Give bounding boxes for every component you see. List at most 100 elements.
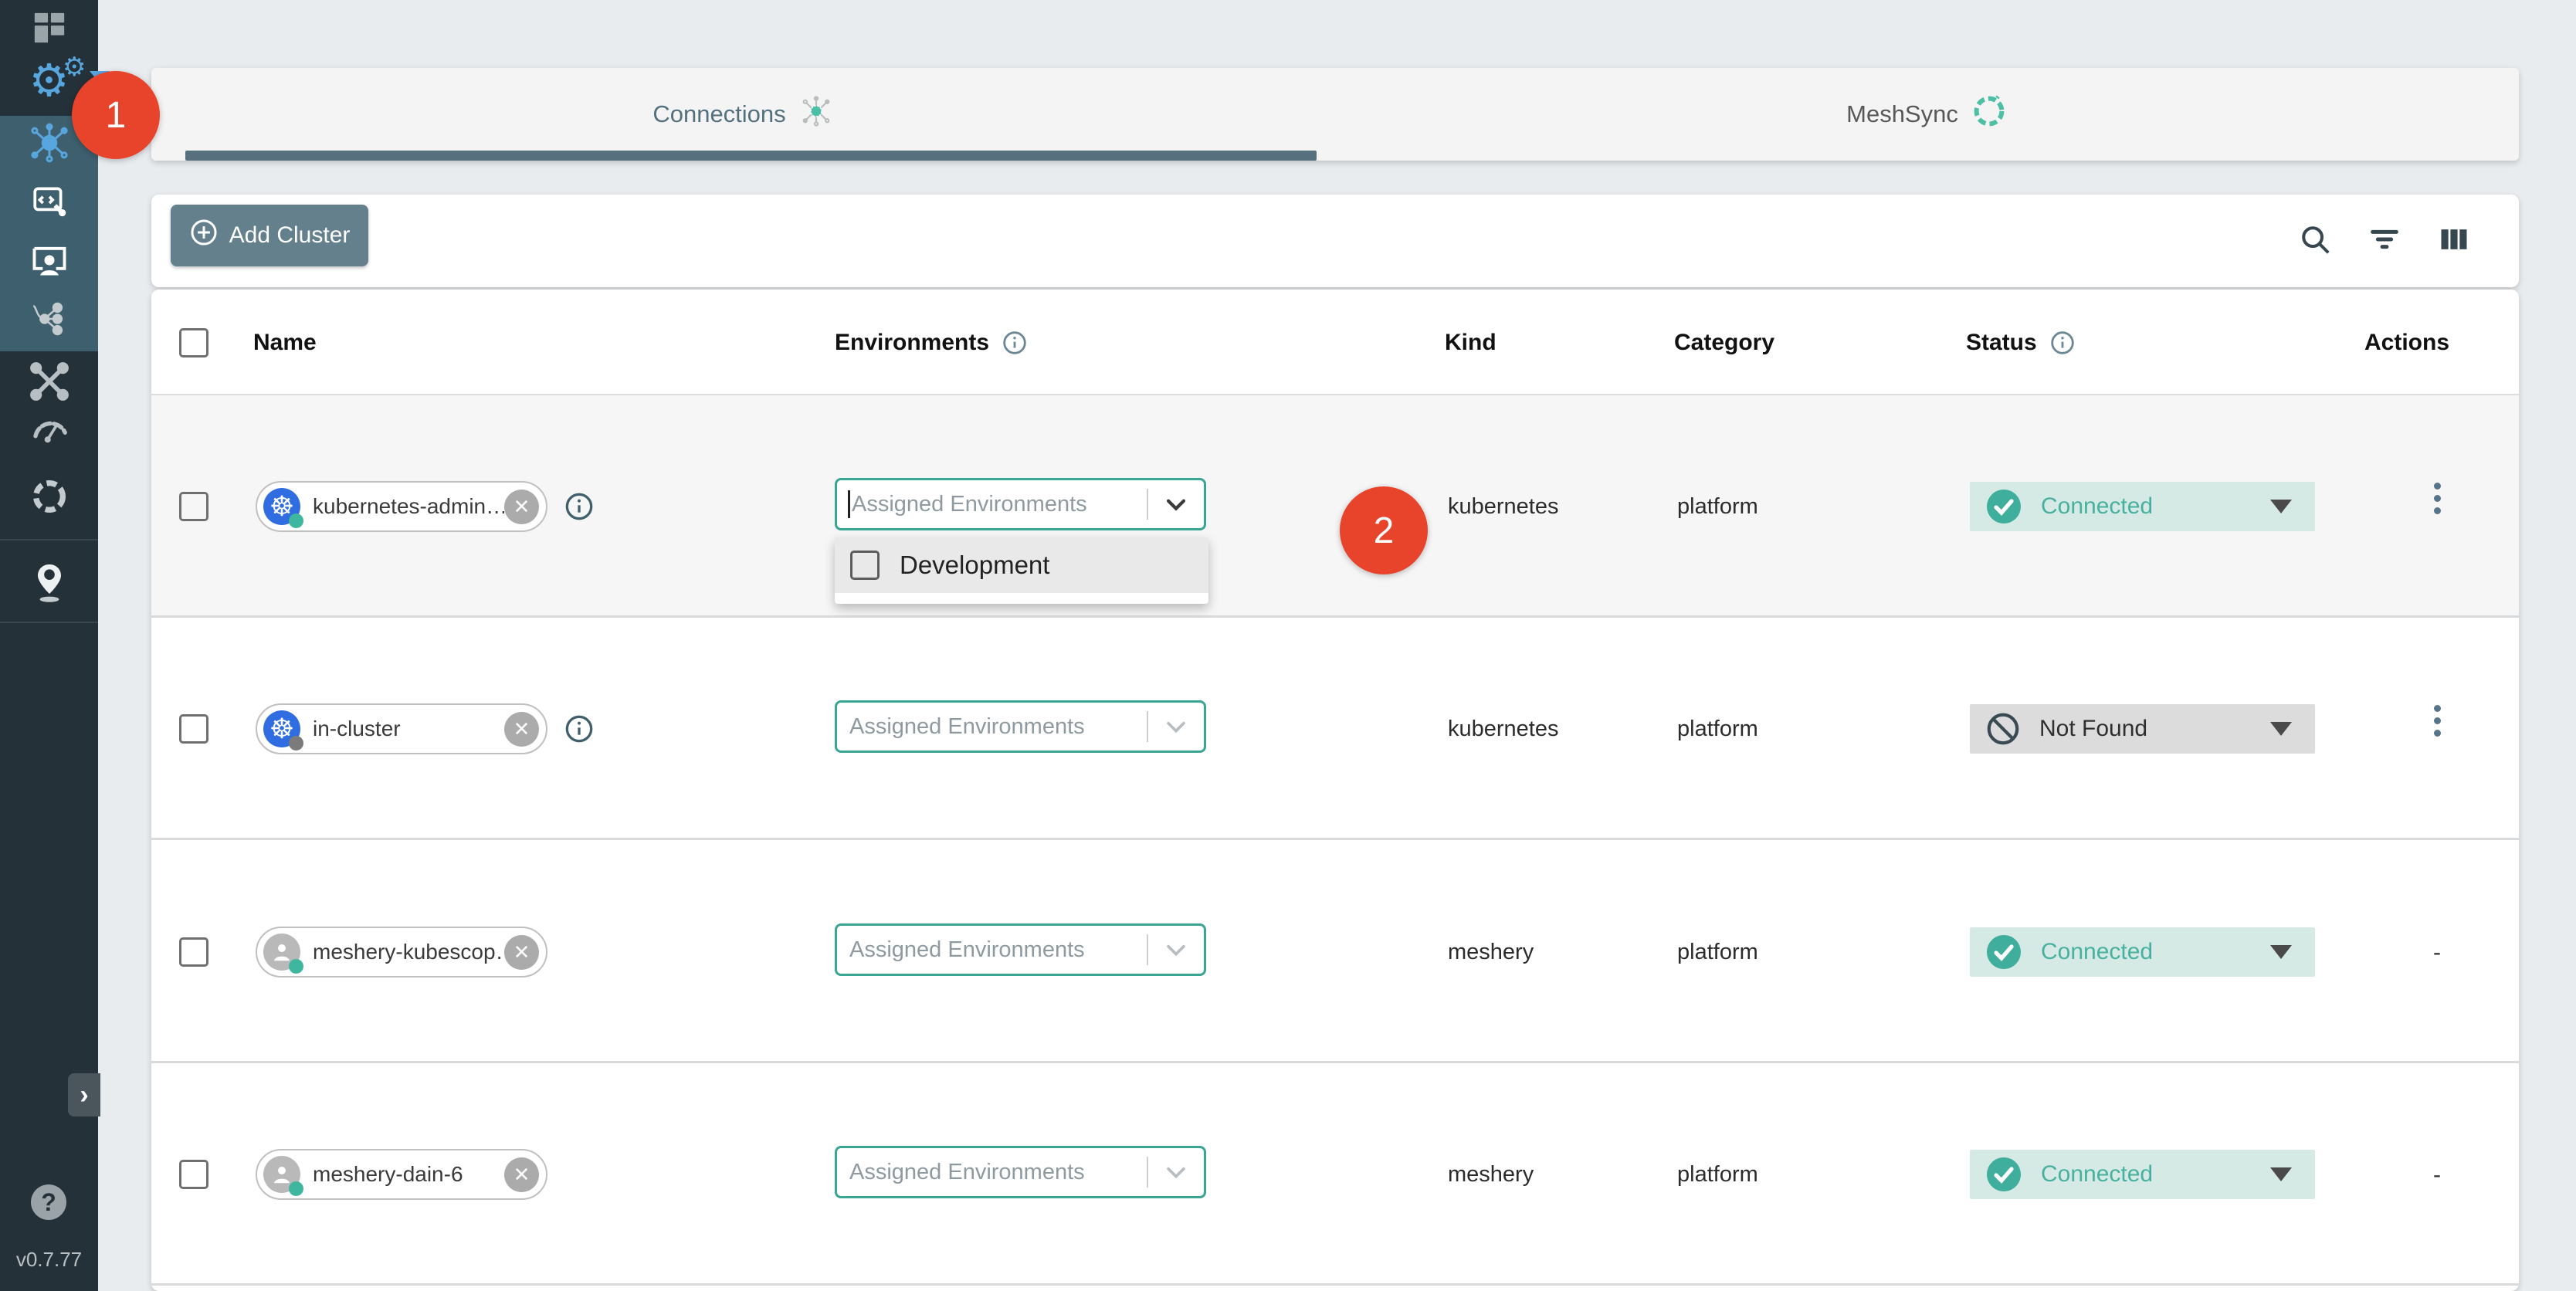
connection-status-dot — [289, 1181, 303, 1196]
select-all-checkbox[interactable] — [179, 328, 208, 357]
search-icon — [2297, 222, 2333, 261]
remove-connection-icon[interactable]: ✕ — [504, 935, 539, 970]
category-cell: platform — [1677, 395, 1758, 618]
question-mark-icon: ? — [41, 1188, 56, 1217]
category-cell: platform — [1677, 1063, 1758, 1286]
sidebar-item-performance[interactable] — [0, 403, 98, 462]
no-actions-dash: - — [2414, 1162, 2460, 1188]
settings-gears-icon: ⚙⚙ — [29, 59, 69, 103]
table-row: ☸ kubernetes-admin… ✕ Assigned Environme… — [151, 395, 2519, 618]
nodes-graph-icon — [30, 300, 69, 342]
caret-down-icon — [2270, 1167, 2292, 1181]
tabs-bar: Connections MeshSync — [151, 68, 2519, 161]
sidebar-item-adapters[interactable] — [0, 174, 98, 232]
status-info-icon[interactable] — [2049, 330, 2076, 356]
add-cluster-button[interactable]: Add Cluster — [171, 205, 368, 266]
table-header-row: Name Environments Kind Category Status A… — [151, 290, 2519, 395]
sidebar-item-environment-pin[interactable] — [0, 555, 98, 614]
status-label: Connected — [2041, 493, 2270, 520]
assigned-environments-select[interactable]: Assigned Environments — [835, 923, 1206, 976]
category-cell: platform — [1677, 841, 1758, 1063]
sidebar-item-profile-screen[interactable] — [0, 232, 98, 291]
row-checkbox[interactable] — [179, 1160, 208, 1189]
filter-button[interactable] — [2366, 222, 2403, 259]
connection-name-label: meshery-kubescop… — [313, 940, 504, 964]
no-actions-dash: - — [2414, 940, 2460, 966]
meshsync-spinner-icon — [1971, 93, 2008, 136]
person-screen-icon — [29, 240, 69, 284]
connection-name-chip[interactable]: ☸ in-cluster ✕ — [256, 703, 547, 754]
view-columns-button[interactable] — [2435, 222, 2473, 259]
crossed-wrenches-icon — [29, 361, 69, 405]
environments-placeholder: Assigned Environments — [849, 937, 1147, 963]
category-cell: platform — [1677, 618, 1758, 840]
sidebar-item-dashboard[interactable] — [0, 0, 98, 59]
tab-meshsync[interactable]: MeshSync — [1335, 68, 2519, 161]
person-avatar-icon — [263, 1156, 300, 1193]
assigned-environments-select[interactable]: Assigned Environments — [835, 1146, 1206, 1198]
row-checkbox[interactable] — [179, 714, 208, 744]
check-circle-icon — [1985, 1156, 2022, 1193]
connection-info-icon[interactable] — [564, 491, 595, 522]
column-header-status: Status — [1966, 330, 2037, 356]
column-header-environments: Environments — [835, 330, 989, 356]
environments-info-icon[interactable] — [1002, 330, 1028, 356]
row-actions-menu-button[interactable] — [2414, 483, 2460, 514]
row-actions-menu-button[interactable] — [2414, 705, 2460, 737]
block-icon — [1985, 711, 2021, 747]
connection-name-chip[interactable]: ☸ kubernetes-admin… ✕ — [256, 481, 547, 532]
search-button[interactable] — [2296, 222, 2334, 259]
kind-cell: meshery — [1448, 1063, 1534, 1286]
sidebar-expand-button[interactable]: › — [68, 1073, 100, 1116]
sidebar-item-workloads[interactable] — [0, 291, 98, 350]
tab-connections-label: Connections — [652, 100, 785, 128]
sidebar-item-extensions[interactable] — [0, 469, 98, 527]
connection-status-dot — [289, 959, 303, 974]
filter-icon — [2367, 222, 2402, 261]
column-header-category: Category — [1674, 290, 1774, 395]
connection-name-chip[interactable]: meshery-kubescop… ✕ — [256, 927, 547, 978]
status-label: Not Found — [2039, 716, 2270, 742]
connections-tab-icon — [798, 93, 834, 135]
meshery-app: ⚙⚙ — [0, 0, 2576, 1291]
check-circle-icon — [1985, 934, 2022, 971]
dashboard-icon — [32, 10, 67, 49]
assigned-environments-select[interactable]: Assigned Environments — [835, 700, 1206, 753]
status-badge-connected[interactable]: Connected — [1970, 482, 2315, 531]
assigned-environments-select[interactable]: Assigned Environments — [835, 478, 1206, 530]
person-avatar-icon — [263, 934, 300, 971]
connection-name-label: kubernetes-admin… — [313, 494, 504, 519]
remove-connection-icon[interactable]: ✕ — [504, 712, 539, 747]
chevron-down-icon[interactable] — [1148, 937, 1204, 963]
chevron-down-icon[interactable] — [1148, 1159, 1204, 1185]
column-header-actions: Actions — [2364, 290, 2449, 395]
status-label: Connected — [2041, 1161, 2270, 1188]
help-button[interactable]: ? — [31, 1184, 66, 1220]
status-label: Connected — [2041, 939, 2270, 965]
status-badge-not-found[interactable]: Not Found — [1970, 704, 2315, 754]
status-badge-connected[interactable]: Connected — [1970, 927, 2315, 977]
table-row: ☸ in-cluster ✕ Assigned Environments kub… — [151, 618, 2519, 840]
plus-circle-icon — [189, 218, 219, 253]
remove-connection-icon[interactable]: ✕ — [504, 490, 539, 524]
location-pin-icon — [30, 561, 69, 608]
status-badge-connected[interactable]: Connected — [1970, 1150, 2315, 1199]
environments-dropdown-menu: Development — [835, 537, 1208, 604]
environment-option-development[interactable]: Development — [835, 537, 1208, 593]
row-checkbox[interactable] — [179, 937, 208, 967]
caret-down-icon — [2270, 945, 2292, 959]
connection-name-chip[interactable]: meshery-dain-6 ✕ — [256, 1149, 547, 1200]
chevron-down-icon[interactable] — [1148, 713, 1204, 740]
connection-info-icon[interactable] — [564, 713, 595, 744]
option-checkbox[interactable] — [850, 551, 880, 580]
tab-connections[interactable]: Connections — [151, 68, 1335, 161]
chevron-right-icon: › — [80, 1080, 88, 1110]
kind-cell: meshery — [1448, 841, 1534, 1063]
remove-connection-icon[interactable]: ✕ — [504, 1157, 539, 1192]
chevron-down-icon[interactable] — [1148, 491, 1204, 517]
row-checkbox[interactable] — [179, 492, 208, 521]
kind-cell: kubernetes — [1448, 618, 1559, 840]
table-row: meshery-kubescop… ✕ Assigned Environment… — [151, 841, 2519, 1063]
caret-down-icon — [2270, 500, 2292, 513]
connections-toolbar: Add Cluster — [151, 195, 2519, 287]
